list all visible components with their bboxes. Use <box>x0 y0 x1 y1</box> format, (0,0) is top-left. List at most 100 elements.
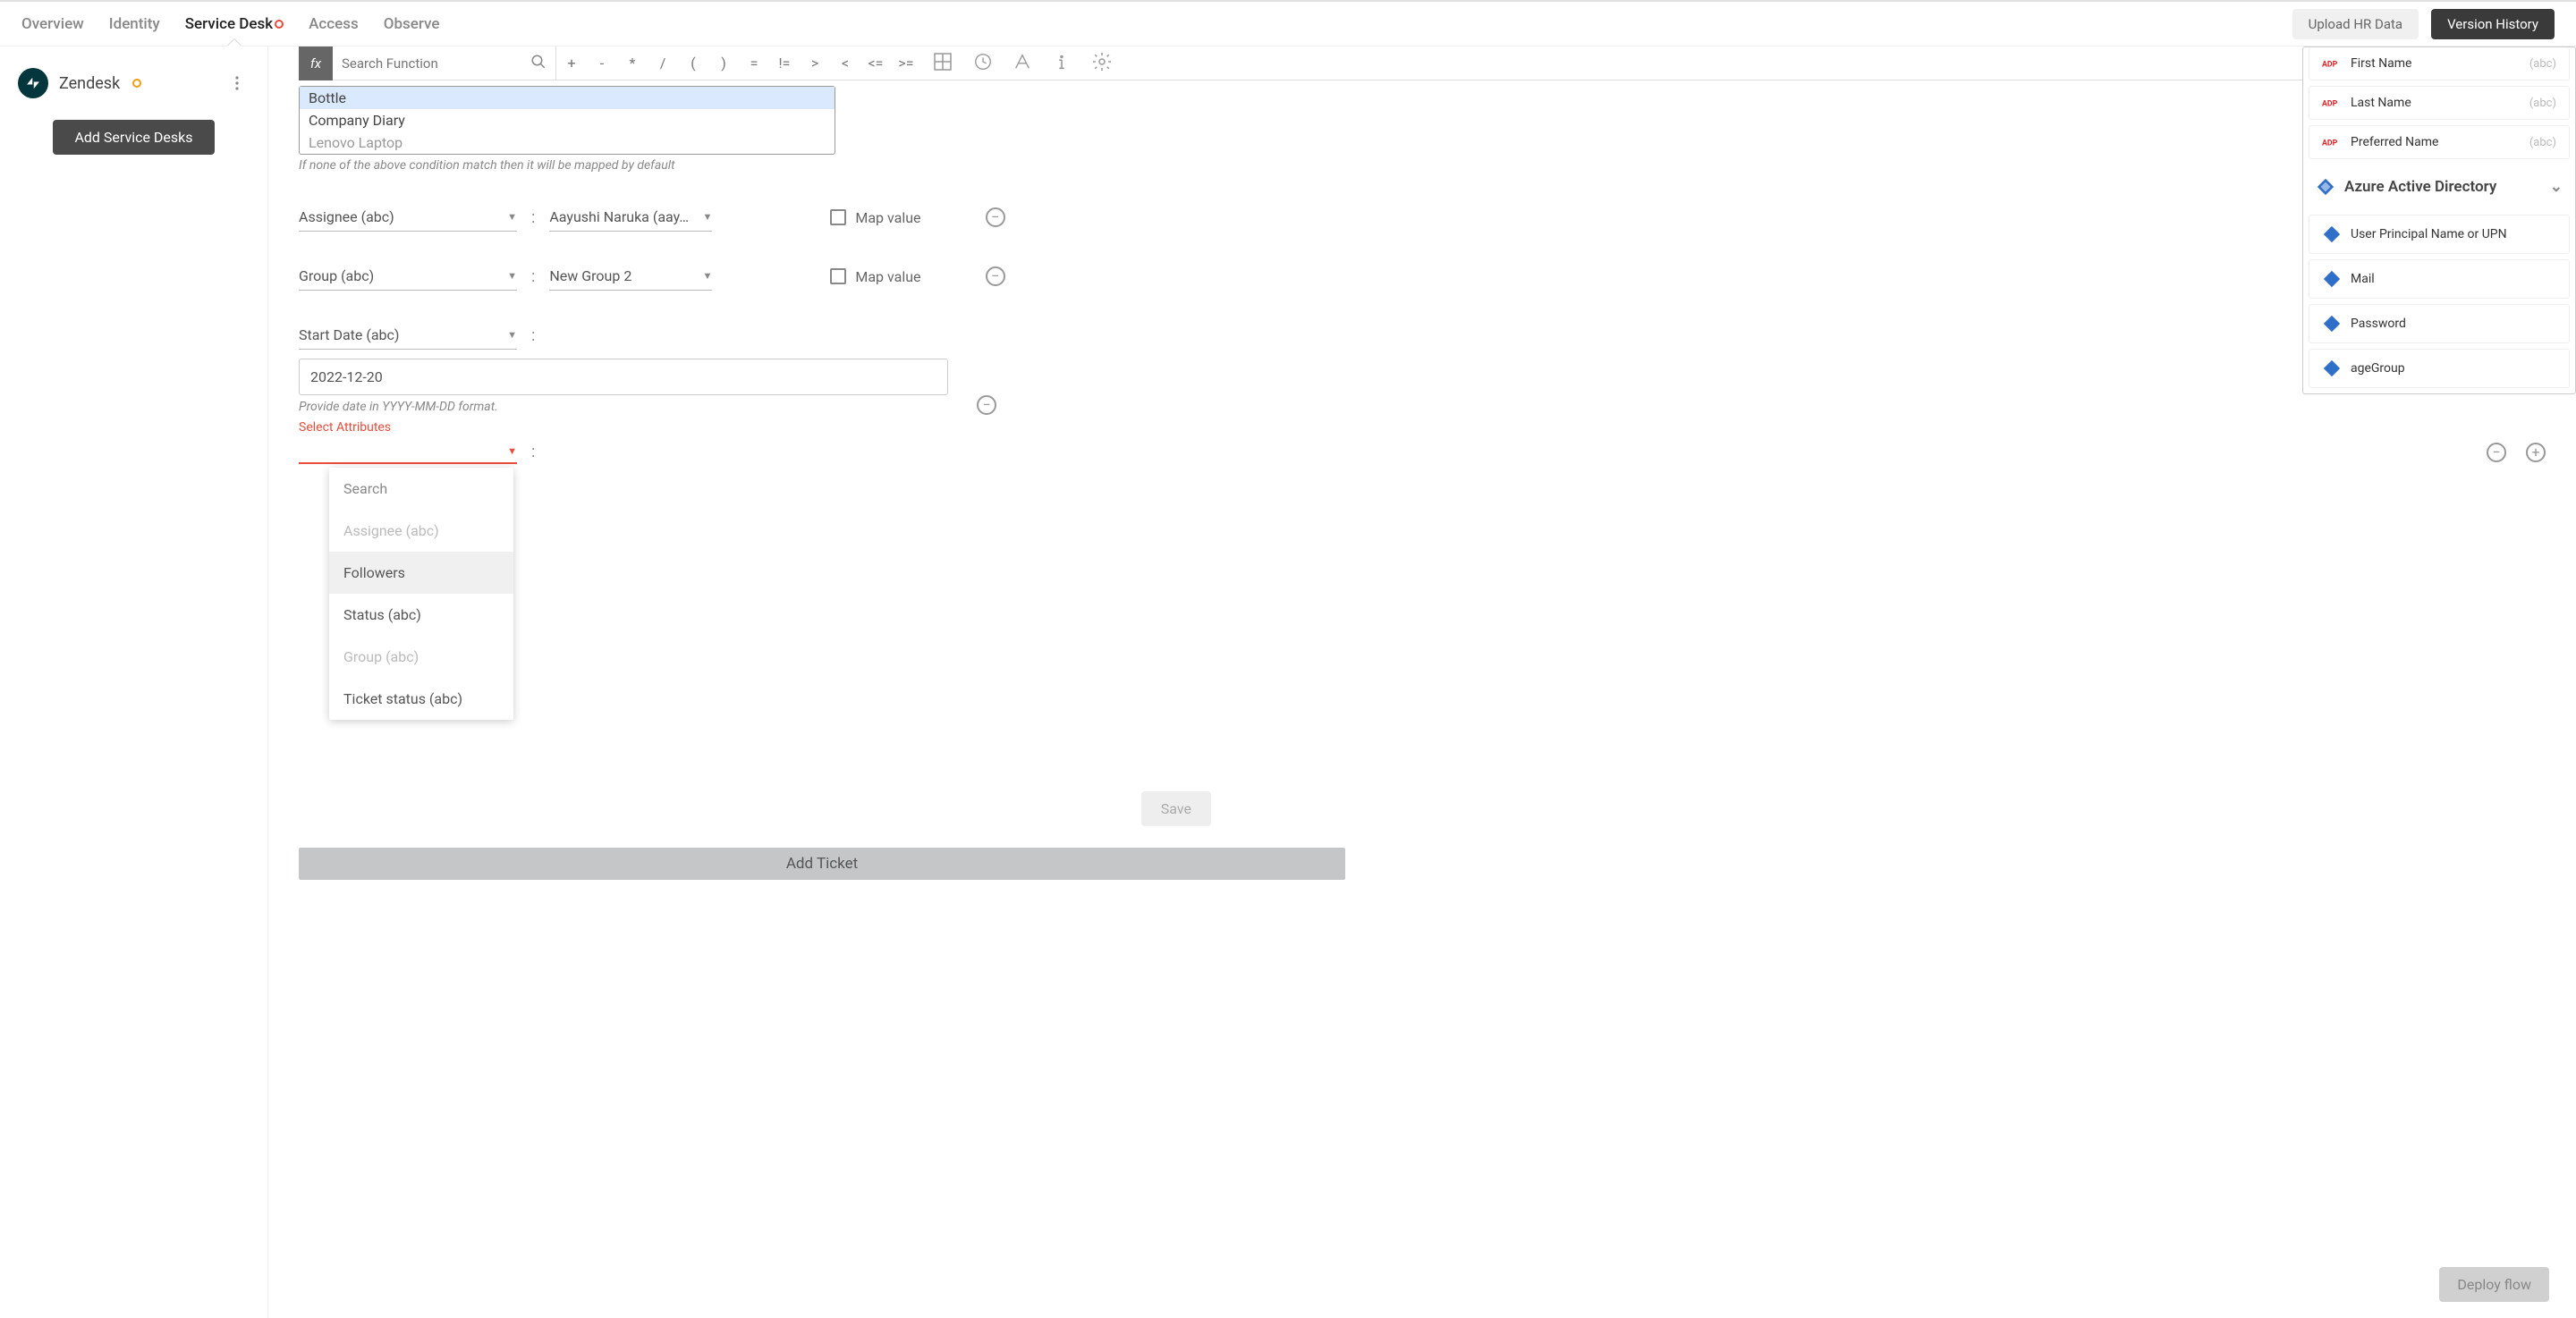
attribute-select[interactable]: Assignee (abc) ▼ <box>299 203 517 232</box>
search-function-input[interactable] <box>342 55 530 72</box>
upload-hr-data-button[interactable]: Upload HR Data <box>2292 9 2419 39</box>
map-value-checkbox-row: Map value <box>830 268 920 285</box>
map-value-checkbox-row: Map value <box>830 209 920 226</box>
remove-mapping-button[interactable]: − <box>2487 443 2506 462</box>
aad-attr-row[interactable]: Mail <box>2309 259 2570 299</box>
op-eq[interactable]: = <box>739 55 769 72</box>
attribute-select[interactable]: Start Date (abc) ▼ <box>299 321 517 350</box>
service-desk-row[interactable]: Zendesk <box>18 64 250 102</box>
warning-icon <box>132 79 141 88</box>
tab-access[interactable]: Access <box>309 2 359 46</box>
alert-icon <box>275 20 284 29</box>
dropdown-item[interactable]: Status (abc) <box>329 594 513 636</box>
remove-mapping-button[interactable]: − <box>977 395 996 415</box>
add-service-desks-button[interactable]: Add Service Desks <box>53 120 214 155</box>
search-icon[interactable] <box>530 54 547 73</box>
top-actions: Upload HR Data Version History <box>2292 9 2555 39</box>
azure-ad-icon <box>2322 224 2342 244</box>
mapping-row: Group (abc) ▼ : New Group 2 ▼ Map value … <box>299 262 2546 291</box>
map-value-checkbox[interactable] <box>830 209 846 225</box>
tab-service-desk[interactable]: Service Desk <box>185 2 284 46</box>
attr-type: (abc) <box>2529 136 2556 149</box>
op-neq[interactable]: != <box>769 55 800 72</box>
op-mult[interactable]: * <box>617 55 648 72</box>
remove-mapping-button[interactable]: − <box>986 207 1005 227</box>
tab-observe[interactable]: Observe <box>384 2 440 46</box>
azure-ad-icon <box>2322 359 2342 378</box>
aad-attr-row[interactable]: User Principal Name or UPN <box>2309 215 2570 254</box>
colon-separator: : <box>531 208 535 227</box>
list-item[interactable]: Lenovo Laptop <box>300 131 835 154</box>
save-button[interactable]: Save <box>1141 791 1211 826</box>
op-lte[interactable]: <= <box>860 55 891 72</box>
add-ticket-button[interactable]: Add Ticket <box>299 848 1345 880</box>
select-value: Assignee (abc) <box>299 208 394 225</box>
version-history-button[interactable]: Version History <box>2431 9 2555 39</box>
settings-icon[interactable] <box>1091 51 1113 76</box>
svg-text:ADP: ADP <box>2322 100 2338 109</box>
aad-section-header[interactable]: Azure Active Directory ⌄ <box>2303 165 2575 209</box>
dropdown-search[interactable]: Search <box>329 468 513 510</box>
error-text: Select Attributes <box>299 420 2546 435</box>
date-mapping-row: Start Date (abc) ▼ : <box>299 321 2546 350</box>
chevron-down-icon: ▼ <box>507 270 517 282</box>
remove-mapping-button[interactable]: − <box>986 266 1005 286</box>
op-gte[interactable]: >= <box>891 55 921 72</box>
attr-label: Mail <box>2351 272 2375 286</box>
tab-identity[interactable]: Identity <box>109 2 160 46</box>
aad-attr-row[interactable]: ageGroup <box>2309 349 2570 388</box>
attribute-select-empty[interactable]: ▼ <box>299 440 517 464</box>
azure-ad-icon <box>2322 269 2342 289</box>
adp-attr-row[interactable]: ADP Last Name (abc) <box>2309 86 2570 120</box>
search-function-field[interactable] <box>333 46 556 80</box>
empty-mapping-row: ▼ : − + <box>299 440 2546 464</box>
mapping-row: Assignee (abc) ▼ : Aayushi Naruka (aay… … <box>299 203 2546 232</box>
op-minus[interactable]: - <box>587 55 617 72</box>
more-menu-icon[interactable] <box>225 71 250 96</box>
start-date-input[interactable] <box>299 359 948 395</box>
azure-ad-icon <box>2322 314 2342 334</box>
value-select[interactable]: New Group 2 ▼ <box>549 262 712 291</box>
info-icon[interactable] <box>1052 52 1072 75</box>
dropdown-item[interactable]: Followers <box>329 552 513 594</box>
op-lparen[interactable]: ( <box>678 55 708 72</box>
op-plus[interactable]: + <box>556 55 587 72</box>
table-icon[interactable] <box>932 51 953 76</box>
list-item[interactable]: Bottle <box>300 87 835 109</box>
colon-separator: : <box>531 443 535 461</box>
attribute-source-panel: ADP First Name (abc) ADP Last Name (abc)… <box>2302 46 2576 394</box>
attr-type: (abc) <box>2529 57 2556 71</box>
formula-tools <box>932 51 1113 76</box>
select-value: Start Date (abc) <box>299 326 399 343</box>
op-lt[interactable]: < <box>830 55 860 72</box>
op-gt[interactable]: > <box>800 55 830 72</box>
add-mapping-button[interactable]: + <box>2526 443 2546 462</box>
select-value: Group (abc) <box>299 267 374 284</box>
map-value-checkbox[interactable] <box>830 268 846 284</box>
text-style-icon[interactable] <box>1013 52 1032 75</box>
attribute-select[interactable]: Group (abc) ▼ <box>299 262 517 291</box>
default-value-listbox[interactable]: Bottle Company Diary Lenovo Laptop <box>299 86 835 155</box>
list-item[interactable]: Company Diary <box>300 109 835 131</box>
fx-icon[interactable]: fx <box>299 46 333 80</box>
clock-icon[interactable] <box>973 52 993 75</box>
op-rparen[interactable]: ) <box>708 55 739 72</box>
adp-attr-row[interactable]: ADP First Name (abc) <box>2309 47 2570 80</box>
value-select[interactable]: Aayushi Naruka (aay… ▼ <box>549 203 712 232</box>
zendesk-logo-icon <box>18 68 48 98</box>
attribute-dropdown: Search Assignee (abc) Followers Status (… <box>329 468 513 720</box>
sidebar: Zendesk Add Service Desks <box>0 46 268 1318</box>
adp-icon: ADP <box>2322 57 2342 70</box>
attr-label: Preferred Name <box>2351 135 2438 149</box>
aad-attr-row[interactable]: Password <box>2309 304 2570 343</box>
dropdown-item: Group (abc) <box>329 636 513 678</box>
op-div[interactable]: / <box>648 55 678 72</box>
attr-type: (abc) <box>2529 97 2556 110</box>
deploy-flow-button[interactable]: Deploy flow <box>2439 1267 2549 1302</box>
chevron-down-icon: ▼ <box>507 445 517 457</box>
attr-label: First Name <box>2351 56 2411 71</box>
service-desk-name: Zendesk <box>59 74 120 93</box>
adp-attr-row[interactable]: ADP Preferred Name (abc) <box>2309 125 2570 159</box>
tab-overview[interactable]: Overview <box>21 2 84 46</box>
dropdown-item[interactable]: Ticket status (abc) <box>329 678 513 720</box>
